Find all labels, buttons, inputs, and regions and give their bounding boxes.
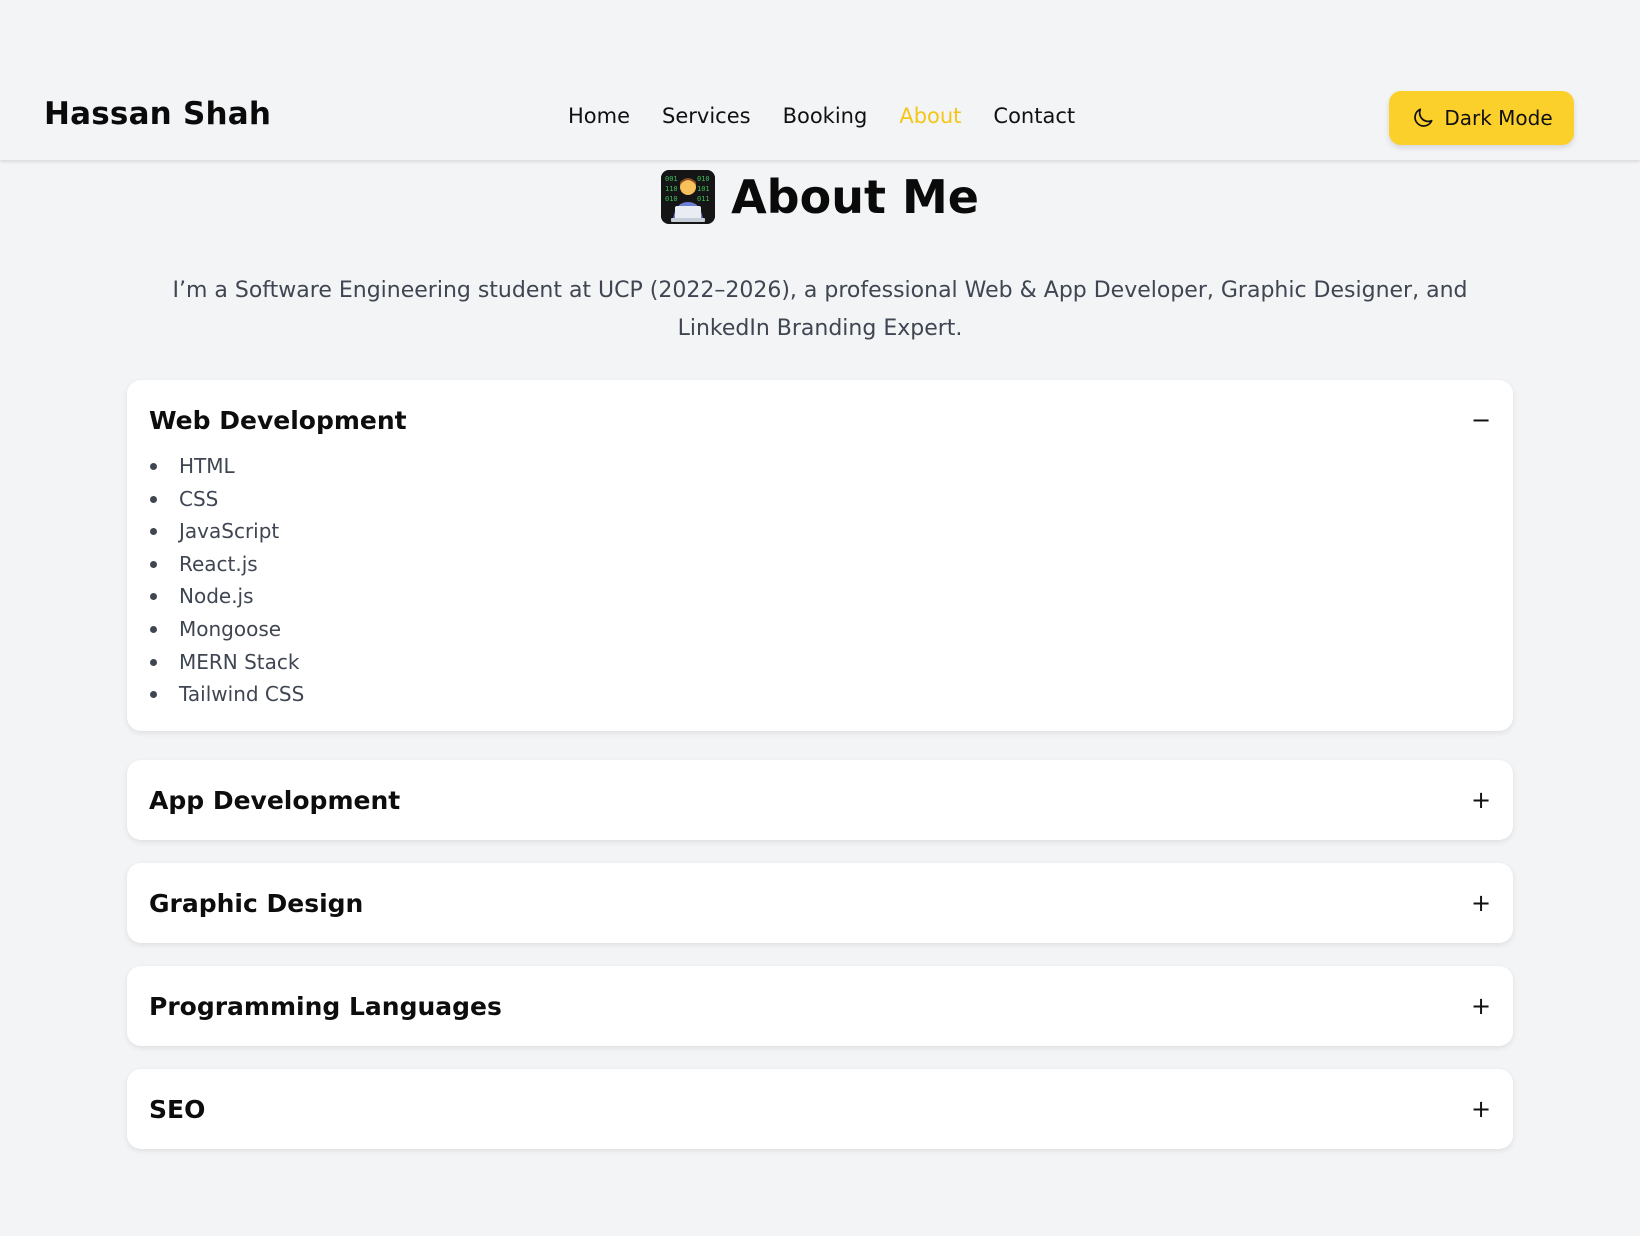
- accordion-title: SEO: [149, 1094, 206, 1124]
- svg-text:001: 001: [665, 175, 678, 183]
- dark-mode-label: Dark Mode: [1444, 106, 1553, 130]
- technologist-emoji-icon: 001 010 110 101 010 011: [661, 170, 716, 224]
- svg-text:110: 110: [665, 185, 678, 193]
- nav-link-about[interactable]: About: [899, 104, 961, 128]
- expand-icon[interactable]: +: [1471, 992, 1491, 1020]
- expand-icon[interactable]: +: [1471, 1095, 1491, 1123]
- list-item: Tailwind CSS: [150, 678, 1513, 711]
- accordion-header[interactable]: App Development +: [127, 760, 1513, 840]
- expand-icon[interactable]: +: [1471, 786, 1491, 814]
- list-item: Mongoose: [150, 613, 1513, 646]
- nav-link-contact[interactable]: Contact: [993, 104, 1075, 128]
- intro-text: I’m a Software Engineering student at UC…: [172, 278, 1468, 341]
- svg-text:010: 010: [665, 195, 678, 203]
- main-nav: Home Services Booking About Contact: [568, 104, 1075, 128]
- accordion-seo: SEO +: [127, 1069, 1513, 1149]
- accordion-title: Graphic Design: [149, 888, 364, 918]
- accordion-title: Web Development: [149, 405, 407, 435]
- accordion-title: Programming Languages: [149, 991, 502, 1021]
- list-item: JavaScript: [150, 515, 1513, 548]
- accordion-graphic-design: Graphic Design +: [127, 863, 1513, 943]
- accordion-programming-languages: Programming Languages +: [127, 966, 1513, 1046]
- accordion-header[interactable]: Graphic Design +: [127, 863, 1513, 943]
- moon-icon: [1410, 105, 1436, 131]
- collapse-icon[interactable]: −: [1471, 406, 1491, 434]
- accordion-web-development: Web Development − HTML CSS JavaScript Re…: [127, 380, 1513, 731]
- expand-icon[interactable]: +: [1471, 889, 1491, 917]
- page-title: About Me: [731, 170, 979, 224]
- list-item: CSS: [150, 483, 1513, 516]
- list-item: Node.js: [150, 580, 1513, 613]
- accordion-header[interactable]: Programming Languages +: [127, 966, 1513, 1046]
- svg-text:011: 011: [697, 195, 710, 203]
- accordion-title: App Development: [149, 785, 401, 815]
- svg-text:101: 101: [697, 185, 710, 193]
- nav-link-booking[interactable]: Booking: [783, 104, 868, 128]
- list-item: HTML: [150, 450, 1513, 483]
- accordion-header[interactable]: Web Development −: [127, 380, 1513, 460]
- nav-link-home[interactable]: Home: [568, 104, 630, 128]
- dark-mode-button[interactable]: Dark Mode: [1389, 91, 1574, 145]
- about-heading: 001 010 110 101 010 011 About Me: [0, 170, 1640, 224]
- accordion-header[interactable]: SEO +: [127, 1069, 1513, 1149]
- accordion-app-development: App Development +: [127, 760, 1513, 840]
- skill-list: HTML CSS JavaScript React.js Node.js Mon…: [127, 450, 1513, 731]
- svg-text:010: 010: [697, 175, 710, 183]
- list-item: MERN Stack: [150, 646, 1513, 679]
- navbar: Hassan Shah Home Services Booking About …: [0, 0, 1640, 160]
- nav-link-services[interactable]: Services: [662, 104, 751, 128]
- list-item: React.js: [150, 548, 1513, 581]
- brand-logo[interactable]: Hassan Shah: [44, 96, 271, 132]
